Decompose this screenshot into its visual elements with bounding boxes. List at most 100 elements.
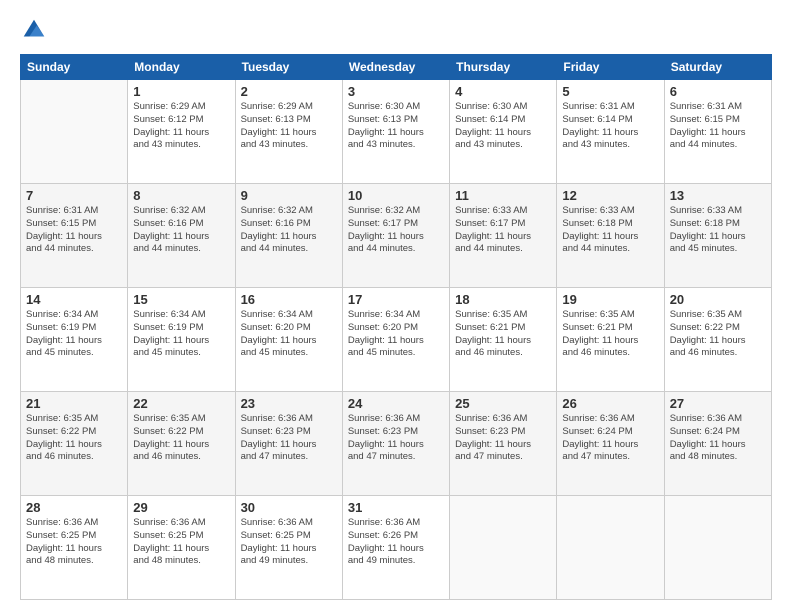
- calendar-cell: 27 Sunrise: 6:36 AM Sunset: 6:24 PM Dayli…: [664, 392, 771, 496]
- day-number: 26: [562, 396, 658, 411]
- day-info: Sunrise: 6:34 AM Sunset: 6:19 PM Dayligh…: [26, 309, 122, 360]
- day-number: 29: [133, 500, 229, 515]
- calendar-cell: 13 Sunrise: 6:33 AM Sunset: 6:18 PM Dayli…: [664, 184, 771, 288]
- calendar-cell: 24 Sunrise: 6:36 AM Sunset: 6:23 PM Dayli…: [342, 392, 449, 496]
- day-info: Sunrise: 6:35 AM Sunset: 6:22 PM Dayligh…: [133, 413, 229, 464]
- day-number: 27: [670, 396, 766, 411]
- day-number: 16: [241, 292, 337, 307]
- calendar-cell: 12Sunrise: 6:33 AM Sunset: 6:18 PM Dayli…: [557, 184, 664, 288]
- day-number: 10: [348, 188, 444, 203]
- calendar-cell: 31 Sunrise: 6:36 AM Sunset: 6:26 PM Dayli…: [342, 496, 449, 600]
- day-number: 4: [455, 84, 551, 99]
- day-info: Sunrise: 6:36 AM Sunset: 6:24 PM Dayligh…: [562, 413, 658, 464]
- day-info: Sunrise: 6:36 AM Sunset: 6:25 PM Dayligh…: [241, 517, 337, 568]
- calendar-cell: 7 Sunrise: 6:31 AM Sunset: 6:15 PM Daylig…: [21, 184, 128, 288]
- day-number: 13: [670, 188, 766, 203]
- day-info: Sunrise: 6:36 AM Sunset: 6:24 PM Dayligh…: [670, 413, 766, 464]
- day-info: Sunrise: 6:36 AM Sunset: 6:25 PM Dayligh…: [133, 517, 229, 568]
- day-info: Sunrise: 6:36 AM Sunset: 6:23 PM Dayligh…: [241, 413, 337, 464]
- day-header: Wednesday: [342, 55, 449, 80]
- day-info: Sunrise: 6:35 AM Sunset: 6:21 PM Dayligh…: [455, 309, 551, 360]
- calendar-cell: 17 Sunrise: 6:34 AM Sunset: 6:20 PM Dayli…: [342, 288, 449, 392]
- calendar-cell: 21 Sunrise: 6:35 AM Sunset: 6:22 PM Dayli…: [21, 392, 128, 496]
- calendar-cell: 15 Sunrise: 6:34 AM Sunset: 6:19 PM Dayli…: [128, 288, 235, 392]
- day-info: Sunrise: 6:36 AM Sunset: 6:25 PM Dayligh…: [26, 517, 122, 568]
- day-info: Sunrise: 6:36 AM Sunset: 6:23 PM Dayligh…: [455, 413, 551, 464]
- day-info: Sunrise: 6:31 AM Sunset: 6:14 PM Dayligh…: [562, 101, 658, 152]
- calendar-cell: 9 Sunrise: 6:32 AM Sunset: 6:16 PM Daylig…: [235, 184, 342, 288]
- day-info: Sunrise: 6:33 AM Sunset: 6:17 PM Dayligh…: [455, 205, 551, 256]
- day-number: 30: [241, 500, 337, 515]
- calendar-cell: [450, 496, 557, 600]
- calendar-cell: 14 Sunrise: 6:34 AM Sunset: 6:19 PM Dayli…: [21, 288, 128, 392]
- day-number: 5: [562, 84, 658, 99]
- day-number: 22: [133, 396, 229, 411]
- day-info: Sunrise: 6:33 AM Sunset: 6:18 PM Dayligh…: [670, 205, 766, 256]
- calendar-cell: 25 Sunrise: 6:36 AM Sunset: 6:23 PM Dayli…: [450, 392, 557, 496]
- day-number: 14: [26, 292, 122, 307]
- day-header: Tuesday: [235, 55, 342, 80]
- day-info: Sunrise: 6:34 AM Sunset: 6:20 PM Dayligh…: [348, 309, 444, 360]
- calendar-cell: 30 Sunrise: 6:36 AM Sunset: 6:25 PM Dayli…: [235, 496, 342, 600]
- calendar-cell: 10 Sunrise: 6:32 AM Sunset: 6:17 PM Dayli…: [342, 184, 449, 288]
- calendar-cell: 28 Sunrise: 6:36 AM Sunset: 6:25 PM Dayli…: [21, 496, 128, 600]
- day-number: 11: [455, 188, 551, 203]
- day-number: 15: [133, 292, 229, 307]
- day-number: 9: [241, 188, 337, 203]
- day-number: 3: [348, 84, 444, 99]
- day-header: Sunday: [21, 55, 128, 80]
- calendar-cell: 20 Sunrise: 6:35 AM Sunset: 6:22 PM Dayli…: [664, 288, 771, 392]
- day-info: Sunrise: 6:29 AM Sunset: 6:13 PM Dayligh…: [241, 101, 337, 152]
- day-info: Sunrise: 6:32 AM Sunset: 6:16 PM Dayligh…: [133, 205, 229, 256]
- calendar-cell: [557, 496, 664, 600]
- day-number: 17: [348, 292, 444, 307]
- calendar-cell: 19 Sunrise: 6:35 AM Sunset: 6:21 PM Dayli…: [557, 288, 664, 392]
- day-info: Sunrise: 6:36 AM Sunset: 6:26 PM Dayligh…: [348, 517, 444, 568]
- calendar-cell: 26 Sunrise: 6:36 AM Sunset: 6:24 PM Dayli…: [557, 392, 664, 496]
- day-number: 19: [562, 292, 658, 307]
- calendar-cell: 2 Sunrise: 6:29 AM Sunset: 6:13 PM Daylig…: [235, 80, 342, 184]
- calendar-cell: [21, 80, 128, 184]
- calendar-cell: 29 Sunrise: 6:36 AM Sunset: 6:25 PM Dayli…: [128, 496, 235, 600]
- day-number: 20: [670, 292, 766, 307]
- calendar-cell: 11 Sunrise: 6:33 AM Sunset: 6:17 PM Dayli…: [450, 184, 557, 288]
- day-info: Sunrise: 6:35 AM Sunset: 6:22 PM Dayligh…: [26, 413, 122, 464]
- logo: [20, 16, 52, 44]
- day-info: Sunrise: 6:32 AM Sunset: 6:17 PM Dayligh…: [348, 205, 444, 256]
- calendar-cell: 3 Sunrise: 6:30 AM Sunset: 6:13 PM Daylig…: [342, 80, 449, 184]
- day-number: 24: [348, 396, 444, 411]
- calendar-cell: 1Sunrise: 6:29 AM Sunset: 6:12 PM Daylig…: [128, 80, 235, 184]
- day-info: Sunrise: 6:34 AM Sunset: 6:19 PM Dayligh…: [133, 309, 229, 360]
- day-info: Sunrise: 6:31 AM Sunset: 6:15 PM Dayligh…: [26, 205, 122, 256]
- calendar-cell: 8 Sunrise: 6:32 AM Sunset: 6:16 PM Daylig…: [128, 184, 235, 288]
- day-info: Sunrise: 6:32 AM Sunset: 6:16 PM Dayligh…: [241, 205, 337, 256]
- day-number: 31: [348, 500, 444, 515]
- day-header: Saturday: [664, 55, 771, 80]
- logo-icon: [20, 16, 48, 44]
- day-header: Thursday: [450, 55, 557, 80]
- day-number: 2: [241, 84, 337, 99]
- day-info: Sunrise: 6:31 AM Sunset: 6:15 PM Dayligh…: [670, 101, 766, 152]
- calendar-cell: 22 Sunrise: 6:35 AM Sunset: 6:22 PM Dayli…: [128, 392, 235, 496]
- day-number: 8: [133, 188, 229, 203]
- calendar-cell: 4Sunrise: 6:30 AM Sunset: 6:14 PM Daylig…: [450, 80, 557, 184]
- calendar-table: SundayMondayTuesdayWednesdayThursdayFrid…: [20, 54, 772, 600]
- page: SundayMondayTuesdayWednesdayThursdayFrid…: [0, 0, 792, 612]
- day-info: Sunrise: 6:34 AM Sunset: 6:20 PM Dayligh…: [241, 309, 337, 360]
- calendar-cell: 16 Sunrise: 6:34 AM Sunset: 6:20 PM Dayli…: [235, 288, 342, 392]
- day-number: 7: [26, 188, 122, 203]
- day-header: Friday: [557, 55, 664, 80]
- day-info: Sunrise: 6:35 AM Sunset: 6:22 PM Dayligh…: [670, 309, 766, 360]
- day-number: 21: [26, 396, 122, 411]
- day-number: 18: [455, 292, 551, 307]
- day-number: 25: [455, 396, 551, 411]
- day-info: Sunrise: 6:33 AM Sunset: 6:18 PM Dayligh…: [562, 205, 658, 256]
- day-header: Monday: [128, 55, 235, 80]
- day-number: 28: [26, 500, 122, 515]
- day-info: Sunrise: 6:35 AM Sunset: 6:21 PM Dayligh…: [562, 309, 658, 360]
- day-number: 23: [241, 396, 337, 411]
- day-info: Sunrise: 6:36 AM Sunset: 6:23 PM Dayligh…: [348, 413, 444, 464]
- header: [20, 16, 772, 44]
- calendar-cell: 6Sunrise: 6:31 AM Sunset: 6:15 PM Daylig…: [664, 80, 771, 184]
- day-info: Sunrise: 6:30 AM Sunset: 6:13 PM Dayligh…: [348, 101, 444, 152]
